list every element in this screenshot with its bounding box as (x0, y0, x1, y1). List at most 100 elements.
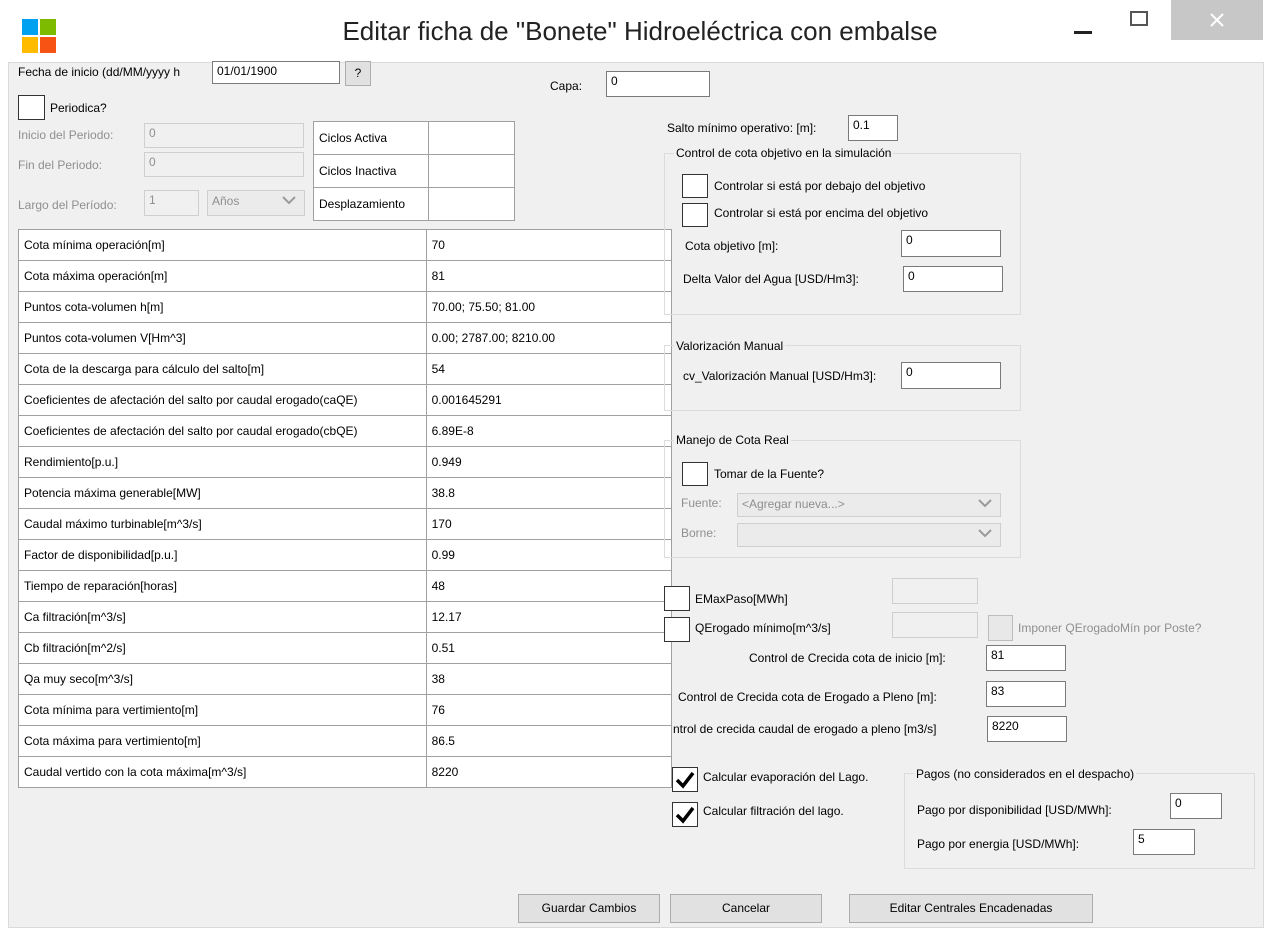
ciclo-activa-cell[interactable] (428, 121, 515, 155)
param-value[interactable]: 38 (425, 663, 673, 695)
help-button[interactable]: ? (345, 61, 371, 86)
capa-input[interactable]: 0 (606, 71, 710, 97)
ciclo-inactiva-label: Ciclos Inactiva (313, 154, 429, 188)
desplazamiento-label: Desplazamiento (313, 187, 429, 221)
minimize-button[interactable] (1060, 6, 1106, 48)
pagos-title: Pagos (no considerados en el despacho) (914, 767, 1137, 781)
close-icon (1210, 13, 1224, 27)
cv-input[interactable]: 0 (901, 362, 1001, 389)
param-value[interactable]: 0.51 (425, 632, 673, 664)
fin-input[interactable]: 0 (144, 152, 304, 177)
param-name: Cota máxima para vertimiento[m] (18, 725, 427, 757)
qerog-checkbox[interactable] (664, 617, 690, 642)
param-value[interactable]: 38.8 (425, 477, 673, 509)
ciclo-inactiva-cell[interactable] (428, 154, 515, 188)
delta-input[interactable]: 0 (903, 266, 1003, 292)
control-cota-title: Control de cota objetivo en la simulació… (674, 146, 894, 160)
param-value[interactable]: 170 (425, 508, 673, 540)
delta-label: Delta Valor del Agua [USD/Hm3]: (683, 272, 859, 286)
periodica-checkbox[interactable] (18, 95, 45, 120)
table-row: Rendimiento[p.u.] 0.949 (18, 446, 673, 478)
table-row: Caudal vertido con la cota máxima[m^3/s]… (18, 756, 673, 788)
pago-disp-input[interactable]: 0 (1170, 793, 1222, 819)
param-value[interactable]: 12.17 (425, 601, 673, 633)
periodica-label: Periodica? (50, 101, 107, 115)
imponer-checkbox[interactable] (988, 615, 1013, 641)
fecha-input[interactable]: 01/01/1900 (212, 61, 340, 84)
param-value[interactable]: 48 (425, 570, 673, 602)
param-name: Cota máxima operación[m] (18, 260, 427, 292)
param-value[interactable]: 81 (425, 260, 673, 292)
table-row: Desplazamiento (313, 187, 515, 221)
filtracion-label: Calcular filtración del lago. (703, 804, 844, 818)
param-name: Cota de la descarga para cálculo del sal… (18, 353, 427, 385)
chevron-down-icon (282, 196, 296, 205)
pago-disp-label: Pago por disponibilidad [USD/MWh]: (917, 803, 1112, 817)
crecida-pleno-input[interactable]: 83 (986, 681, 1066, 707)
table-row: Ca filtración[m^3/s] 12.17 (18, 601, 673, 633)
param-name: Cota mínima operación[m] (18, 229, 427, 261)
param-value[interactable]: 0.00; 2787.00; 8210.00 (425, 322, 673, 354)
salto-input[interactable]: 0.1 (848, 115, 898, 141)
maximize-button[interactable] (1116, 6, 1162, 48)
valorizacion-title: Valorización Manual (674, 339, 786, 353)
param-name: Qa muy seco[m^3/s] (18, 663, 427, 695)
fin-label: Fin del Periodo: (18, 158, 103, 172)
param-name: Factor de disponibilidad[p.u.] (18, 539, 427, 571)
param-value[interactable]: 86.5 (425, 725, 673, 757)
window-title: Editar ficha de "Bonete" Hidroeléctrica … (342, 16, 938, 46)
table-row: Coeficientes de afectación del salto por… (18, 415, 673, 447)
param-value[interactable]: 54 (425, 353, 673, 385)
cota-objetivo-input[interactable]: 0 (901, 230, 1001, 257)
fuente-label: Fuente: (681, 496, 722, 510)
title-bar: Editar ficha de "Bonete" Hidroeléctrica … (0, 0, 1271, 62)
encima-label: Controlar si está por encima del objetiv… (714, 206, 929, 220)
fuente-select[interactable]: <Agregar nueva...> (737, 493, 1001, 517)
fuente-value: <Agregar nueva...> (742, 497, 845, 511)
filtracion-checkbox[interactable] (672, 802, 698, 827)
table-row: Cota máxima operación[m] 81 (18, 260, 673, 292)
cancelar-button[interactable]: Cancelar (670, 894, 822, 923)
param-value[interactable]: 6.89E-8 (425, 415, 673, 447)
guardar-cambios-button[interactable]: Guardar Cambios (518, 894, 660, 923)
param-value[interactable]: 0.99 (425, 539, 673, 571)
param-value[interactable]: 8220 (425, 756, 673, 788)
inicio-label: Inicio del Periodo: (18, 128, 114, 142)
evaporacion-checkbox[interactable] (672, 767, 698, 792)
close-button[interactable] (1171, 0, 1263, 40)
maximize-icon (1130, 11, 1148, 26)
fecha-label: Fecha de inicio (dd/MM/yyyy h (18, 65, 181, 79)
param-value[interactable]: 0.949 (425, 446, 673, 478)
table-row: Puntos cota-volumen V[Hm^3] 0.00; 2787.00… (18, 322, 673, 354)
param-value[interactable]: 0.001645291 (425, 384, 673, 416)
param-value[interactable]: 70 (425, 229, 673, 261)
table-row: Caudal máximo turbinable[m^3/s] 170 (18, 508, 673, 540)
desplazamiento-cell[interactable] (428, 187, 515, 221)
param-value[interactable]: 70.00; 75.50; 81.00 (425, 291, 673, 323)
crecida-inicio-input[interactable]: 81 (986, 645, 1066, 671)
cv-label: cv_Valorización Manual [USD/Hm3]: (683, 369, 877, 383)
editar-centrales-button[interactable]: Editar Centrales Encadenadas (849, 894, 1093, 923)
crecida-inicio-label: Control de Crecida cota de inicio [m]: (749, 651, 946, 665)
largo-unit-select[interactable]: Años (207, 190, 305, 216)
table-row: Cb filtración[m^2/s] 0.51 (18, 632, 673, 664)
borne-select[interactable] (737, 523, 1001, 547)
param-name: Rendimiento[p.u.] (18, 446, 427, 478)
qerog-input[interactable] (892, 612, 978, 638)
emax-input[interactable] (892, 578, 978, 604)
encima-checkbox[interactable] (682, 203, 708, 227)
crecida-caudal-label: ntrol de crecida caudal de erogado a ple… (673, 722, 937, 736)
param-value[interactable]: 76 (425, 694, 673, 726)
crecida-caudal-input[interactable]: 8220 (987, 716, 1067, 742)
pago-energia-input[interactable]: 5 (1133, 829, 1195, 855)
debajo-checkbox[interactable] (682, 174, 708, 198)
table-row: Cota de la descarga para cálculo del sal… (18, 353, 673, 385)
param-name: Coeficientes de afectación del salto por… (18, 384, 427, 416)
tomar-checkbox[interactable] (682, 462, 708, 486)
table-row: Potencia máxima generable[MW] 38.8 (18, 477, 673, 509)
emax-checkbox[interactable] (664, 586, 690, 611)
inicio-input[interactable]: 0 (144, 123, 304, 148)
largo-input[interactable]: 1 (144, 190, 199, 216)
param-name: Caudal vertido con la cota máxima[m^3/s] (18, 756, 427, 788)
manejo-cota-title: Manejo de Cota Real (674, 433, 791, 447)
